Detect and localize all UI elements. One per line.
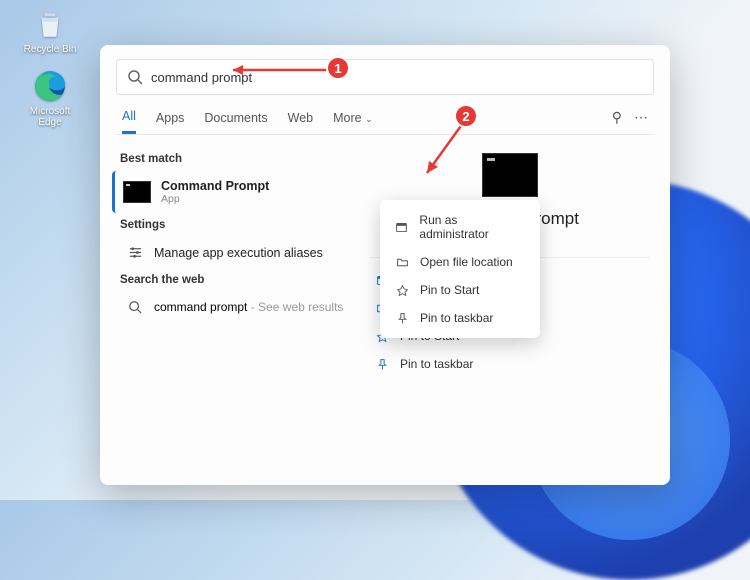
results-column: Best match Command Prompt App Settings M…: [100, 135, 350, 485]
recycle-bin-label: Recycle Bin: [18, 44, 82, 55]
tab-more[interactable]: More ⌄: [333, 111, 373, 133]
recycle-bin-desktop-icon[interactable]: Recycle Bin: [18, 6, 82, 55]
share-icon[interactable]: ⚲: [612, 109, 622, 126]
edge-desktop-icon[interactable]: Microsoft Edge: [18, 68, 82, 128]
pin-icon: [394, 312, 410, 325]
annotation-badge-2: 2: [454, 104, 478, 128]
pin-icon: [394, 284, 410, 297]
web-result-suffix: - See web results: [247, 300, 343, 314]
search-tabs: All Apps Documents Web More ⌄ ⚲ ⋯: [100, 95, 670, 134]
ctx-run-as-admin[interactable]: Run as administrator: [384, 206, 536, 248]
result-subtitle: App: [161, 193, 269, 205]
search-icon: [126, 300, 144, 314]
command-prompt-icon: [123, 181, 151, 203]
result-title: Command Prompt: [161, 179, 269, 193]
ctx-pin-to-start[interactable]: Pin to Start: [384, 276, 536, 304]
folder-icon: [394, 256, 410, 269]
section-search-web: Search the web: [120, 274, 350, 286]
command-prompt-icon-large: [482, 153, 538, 197]
context-menu: Run as administrator Open file location …: [380, 200, 540, 338]
windows-search-panel: All Apps Documents Web More ⌄ ⚲ ⋯ Best m…: [100, 45, 670, 485]
more-options-icon[interactable]: ⋯: [634, 109, 648, 126]
tab-documents[interactable]: Documents: [204, 111, 267, 133]
tab-web[interactable]: Web: [288, 111, 313, 133]
web-result[interactable]: command prompt - See web results: [120, 292, 350, 322]
ctx-pin-to-taskbar[interactable]: Pin to taskbar: [384, 304, 536, 332]
settings-result-title: Manage app execution aliases: [154, 246, 323, 260]
edge-label: Microsoft Edge: [18, 106, 82, 128]
web-result-title: command prompt: [154, 300, 247, 314]
ctx-open-file-location[interactable]: Open file location: [384, 248, 536, 276]
search-bar[interactable]: [116, 59, 654, 95]
best-match-result[interactable]: Command Prompt App: [112, 171, 350, 213]
annotation-badge-1: 1: [326, 56, 350, 80]
shield-icon: [394, 221, 409, 234]
chevron-down-icon: ⌄: [365, 114, 373, 124]
settings-list-icon: [126, 245, 144, 260]
settings-result[interactable]: Manage app execution aliases: [120, 237, 350, 268]
tab-apps[interactable]: Apps: [156, 111, 185, 133]
search-icon: [127, 69, 143, 85]
tab-all[interactable]: All: [122, 109, 136, 134]
action-pin-to-taskbar[interactable]: Pin to taskbar: [370, 350, 650, 378]
pin-icon: [374, 358, 390, 371]
section-settings: Settings: [120, 219, 350, 231]
section-best-match: Best match: [120, 153, 350, 165]
